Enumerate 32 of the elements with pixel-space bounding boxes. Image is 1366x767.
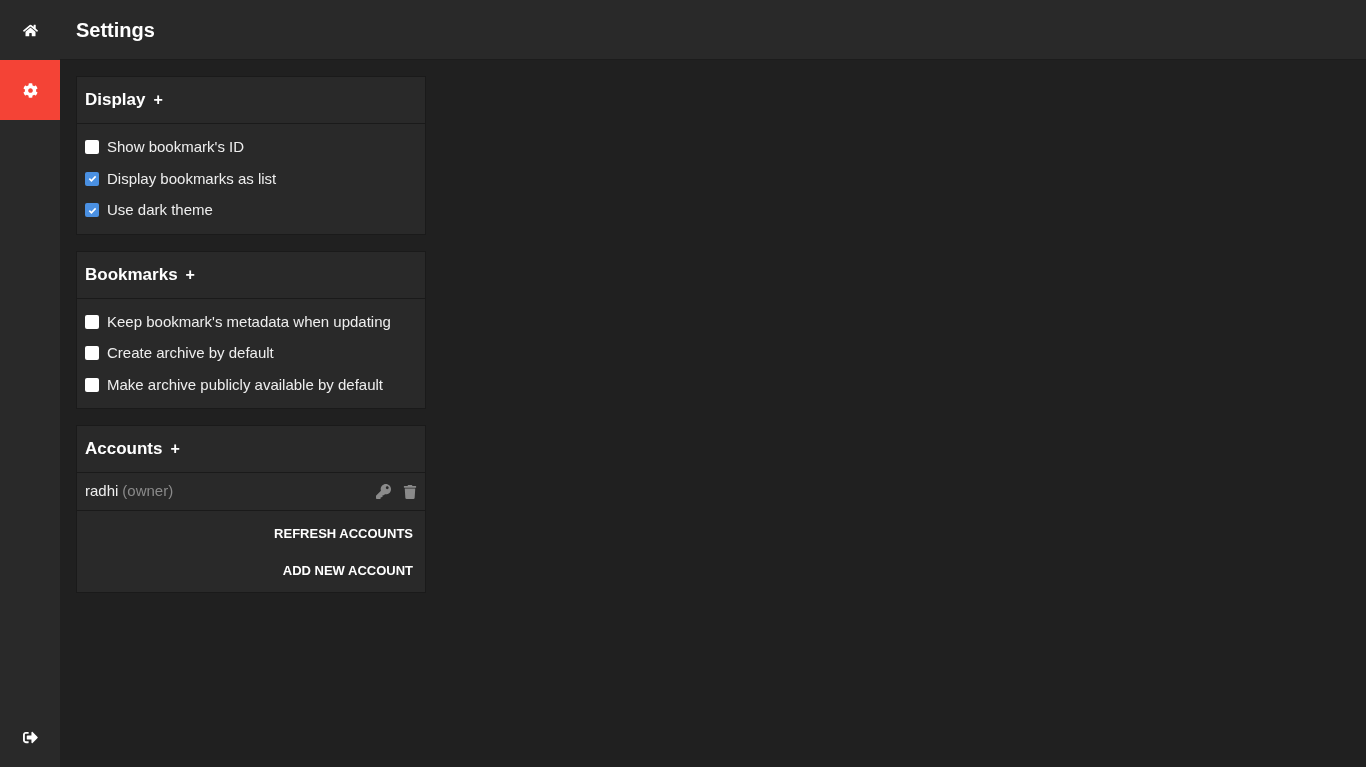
section-title: Bookmarks [85,263,178,286]
home-icon [22,22,38,38]
checkmark-icon [87,205,97,215]
delete-button[interactable] [403,484,417,499]
trash-icon [403,484,417,499]
expand-toggle[interactable]: + [170,437,180,461]
option-label: Use dark theme [107,200,213,220]
checkbox[interactable] [85,346,99,361]
key-icon [376,484,391,499]
logout-icon [22,729,38,745]
checkbox[interactable] [85,314,99,329]
option-label: Display bookmarks as list [107,168,277,189]
settings-icon [22,82,38,98]
checkbox[interactable] [85,377,99,392]
option-label: Make archive publicly available by default [107,374,383,395]
checkbox[interactable] [85,171,99,186]
text-button[interactable]: REFRESH ACCOUNTS [274,524,413,544]
section-title: Accounts [85,438,163,461]
text-button[interactable]: ADD NEW ACCOUNT [282,560,413,580]
checkmark-icon [87,174,97,184]
option-label: Keep bookmark's metadata when updating [107,311,391,332]
checkbox[interactable] [85,203,99,218]
option-label: Show bookmark's ID [107,137,245,157]
key-button[interactable] [376,484,391,499]
section-title: Display [85,89,146,112]
account-name: radhi [85,481,119,502]
checkbox[interactable] [85,140,99,155]
expand-toggle[interactable]: + [185,262,195,287]
account-role: (owner) [122,481,174,502]
option-label: Create archive by default [107,343,274,363]
expand-toggle[interactable]: + [153,88,163,112]
page-title: Settings [76,17,155,43]
